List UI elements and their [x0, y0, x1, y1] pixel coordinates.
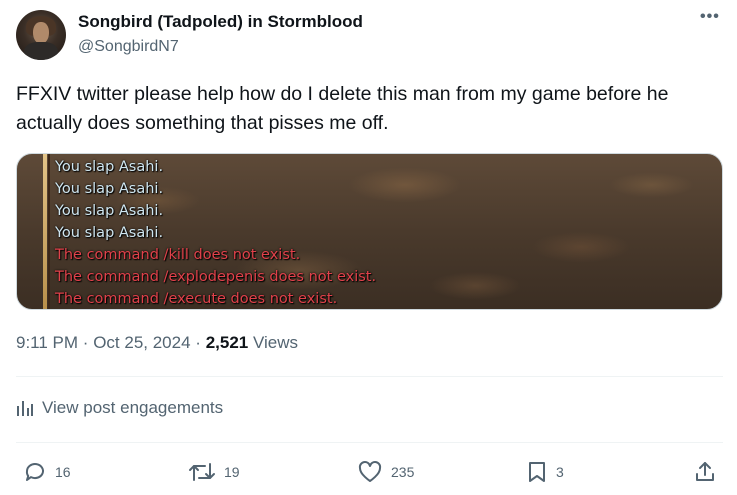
avatar-body: [24, 42, 58, 60]
reply-button[interactable]: 16: [23, 460, 71, 484]
retweet-icon: [189, 463, 215, 481]
retweet-count: 19: [224, 464, 240, 480]
bookmark-count: 3: [556, 464, 564, 480]
chat-line-error: The command /kill does not exist.: [55, 247, 301, 263]
tweet-date[interactable]: Oct 25, 2024: [93, 333, 190, 352]
chat-line-emote: You slap Asahi.: [55, 181, 164, 197]
reply-icon: [25, 463, 44, 481]
views-label: Views: [252, 333, 299, 352]
more-options-icon[interactable]: •••: [700, 8, 720, 26]
views-count: 2,521: [205, 333, 249, 352]
tweet-meta: 9:11 PM · Oct 25, 2024 · 2,521 Views: [16, 333, 298, 353]
meta-separator: ·: [195, 333, 201, 352]
chat-line-emote: You slap Asahi.: [55, 203, 164, 219]
view-engagements-label: View post engagements: [42, 398, 224, 417]
meta-separator: ·: [82, 333, 89, 352]
share-icon: [696, 462, 714, 481]
chat-line-emote: You slap Asahi.: [55, 159, 164, 175]
chat-line-emote: You slap Asahi.: [55, 225, 164, 241]
tweet-text: FFXIV twitter please help how do I delet…: [16, 83, 669, 134]
reply-count: 16: [55, 464, 71, 480]
tweet-time[interactable]: 9:11 PM: [16, 333, 78, 352]
like-count: 235: [391, 464, 415, 480]
bookmark-icon: [529, 462, 545, 482]
chat-line-error: The command /execute does not exist.: [55, 291, 338, 307]
like-button[interactable]: 235: [357, 460, 414, 484]
chat-frame-bar: [43, 154, 47, 309]
avatar-face: [33, 22, 49, 44]
tweet-media-image[interactable]: You slap Asahi. You slap Asahi. You slap A…: [16, 153, 723, 310]
author-handle[interactable]: @SongbirdN7: [78, 38, 179, 56]
author-avatar[interactable]: [16, 10, 66, 60]
retweet-button[interactable]: 19: [188, 460, 240, 484]
author-display-name[interactable]: Songbird (Tadpoled) in Stormblood: [78, 12, 363, 32]
view-engagements-link[interactable]: View post engagements: [16, 398, 223, 418]
chat-line-error: The command /explodepenis does not exist…: [55, 269, 377, 285]
divider: [16, 442, 723, 443]
divider: [16, 376, 723, 377]
share-button[interactable]: [694, 460, 724, 484]
heart-icon: [358, 460, 382, 482]
chat-frame-edge: [48, 154, 50, 309]
chat-log: You slap Asahi. You slap Asahi. You slap A…: [55, 156, 377, 309]
analytics-icon: [17, 401, 33, 416]
bookmark-button[interactable]: 3: [526, 460, 564, 484]
